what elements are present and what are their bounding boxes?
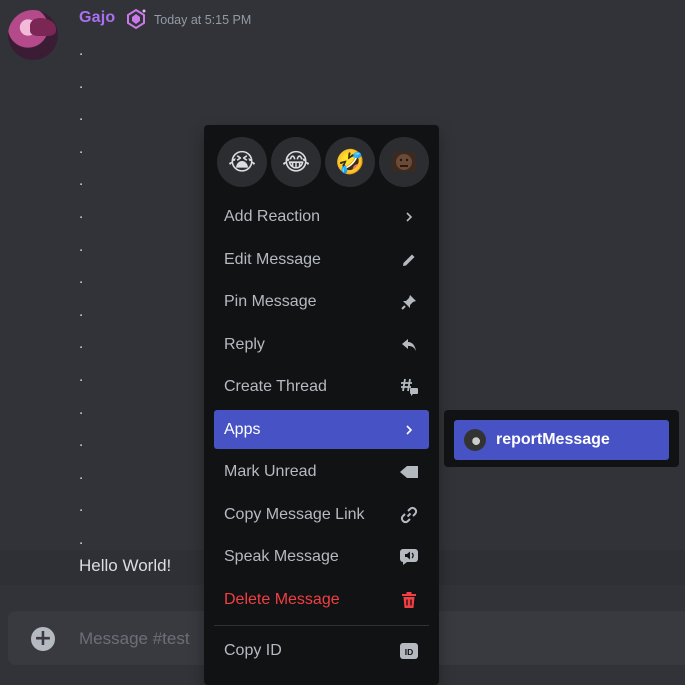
message-line: . [79, 270, 84, 288]
app-item-label: reportMessage [496, 431, 610, 448]
menu-item-delete-message[interactable]: Delete Message [214, 580, 429, 619]
joy-emoji-icon[interactable]: 😂 [271, 137, 321, 187]
custom-emoji-image [392, 152, 416, 172]
menu-item-create-thread[interactable]: Create Thread [214, 367, 429, 406]
menu-item-label: Add Reaction [224, 207, 321, 225]
menu-item-speak-message[interactable]: Speak Message [214, 537, 429, 576]
message-line: . [79, 335, 84, 353]
chevron-right-icon [399, 207, 419, 227]
message-line: . [79, 400, 84, 418]
menu-item-label: Create Thread [224, 377, 327, 395]
menu-item-mark-unread[interactable]: Mark Unread [214, 452, 429, 491]
menu-item-label: Mark Unread [224, 462, 317, 480]
menu-item-copy-message-link[interactable]: Copy Message Link [214, 495, 429, 534]
crying-emoji-icon[interactable]: 😭 [217, 137, 267, 187]
menu-item-edit-message[interactable]: Edit Message [214, 240, 429, 279]
custom-emoji-icon[interactable] [379, 137, 429, 187]
menu-item-label: Reply [224, 335, 265, 353]
username[interactable]: Gajo [79, 9, 115, 27]
menu-item-add-reaction[interactable]: Add Reaction [214, 197, 429, 236]
chevron-right-icon [399, 420, 419, 440]
avatar[interactable] [8, 10, 58, 60]
message-line: . [79, 74, 84, 92]
menu-item-label: Speak Message [224, 547, 339, 565]
app-avatar-icon [464, 429, 486, 451]
role-icon [127, 8, 146, 30]
thread-icon [399, 377, 419, 397]
message-line: . [79, 237, 84, 255]
message-line: . [79, 302, 84, 320]
rofl-emoji-icon[interactable]: 🤣 [325, 137, 375, 187]
message-line: . [79, 367, 84, 385]
menu-item-label: Apps [224, 420, 261, 438]
apps-submenu: reportMessage [444, 410, 679, 467]
message-line: . [79, 107, 84, 125]
trash-icon [399, 590, 419, 610]
timestamp: Today at 5:15 PM [154, 13, 252, 27]
message-text: Hello World! [79, 556, 172, 575]
menu-item-reply[interactable]: Reply [214, 325, 429, 364]
svg-text:ID: ID [405, 647, 414, 657]
reply-icon [399, 335, 419, 355]
menu-separator [214, 625, 429, 626]
message-line: . [79, 139, 84, 157]
menu-item-label: Pin Message [224, 292, 317, 310]
message-line: . [79, 433, 84, 451]
menu-item-label: Copy ID [224, 641, 282, 659]
app-item-report-message[interactable]: reportMessage [454, 420, 669, 460]
add-attachment-button[interactable]: + [31, 627, 55, 651]
message-lines: . . . . . . . . . . . . . . . . [79, 37, 83, 559]
message-line: . [79, 204, 84, 222]
message-context-menu: 😭 😂 🤣 Add Reaction Edit Message Pin Mess… [204, 125, 439, 685]
mark-unread-icon [399, 462, 419, 482]
menu-item-copy-id[interactable]: Copy ID ID [214, 631, 429, 670]
message-line: . [79, 498, 84, 516]
menu-item-pin-message[interactable]: Pin Message [214, 282, 429, 321]
message-line: . [79, 465, 84, 483]
menu-item-label: Edit Message [224, 250, 321, 268]
message-line: . [79, 42, 84, 59]
pin-icon [399, 292, 419, 312]
pencil-icon [399, 250, 419, 270]
message-line: . [79, 172, 84, 190]
menu-item-label: Delete Message [224, 590, 340, 608]
speak-icon [399, 547, 419, 567]
menu-item-apps[interactable]: Apps [214, 410, 429, 449]
link-icon [399, 505, 419, 525]
id-icon: ID [399, 641, 419, 661]
menu-item-label: Copy Message Link [224, 505, 365, 523]
